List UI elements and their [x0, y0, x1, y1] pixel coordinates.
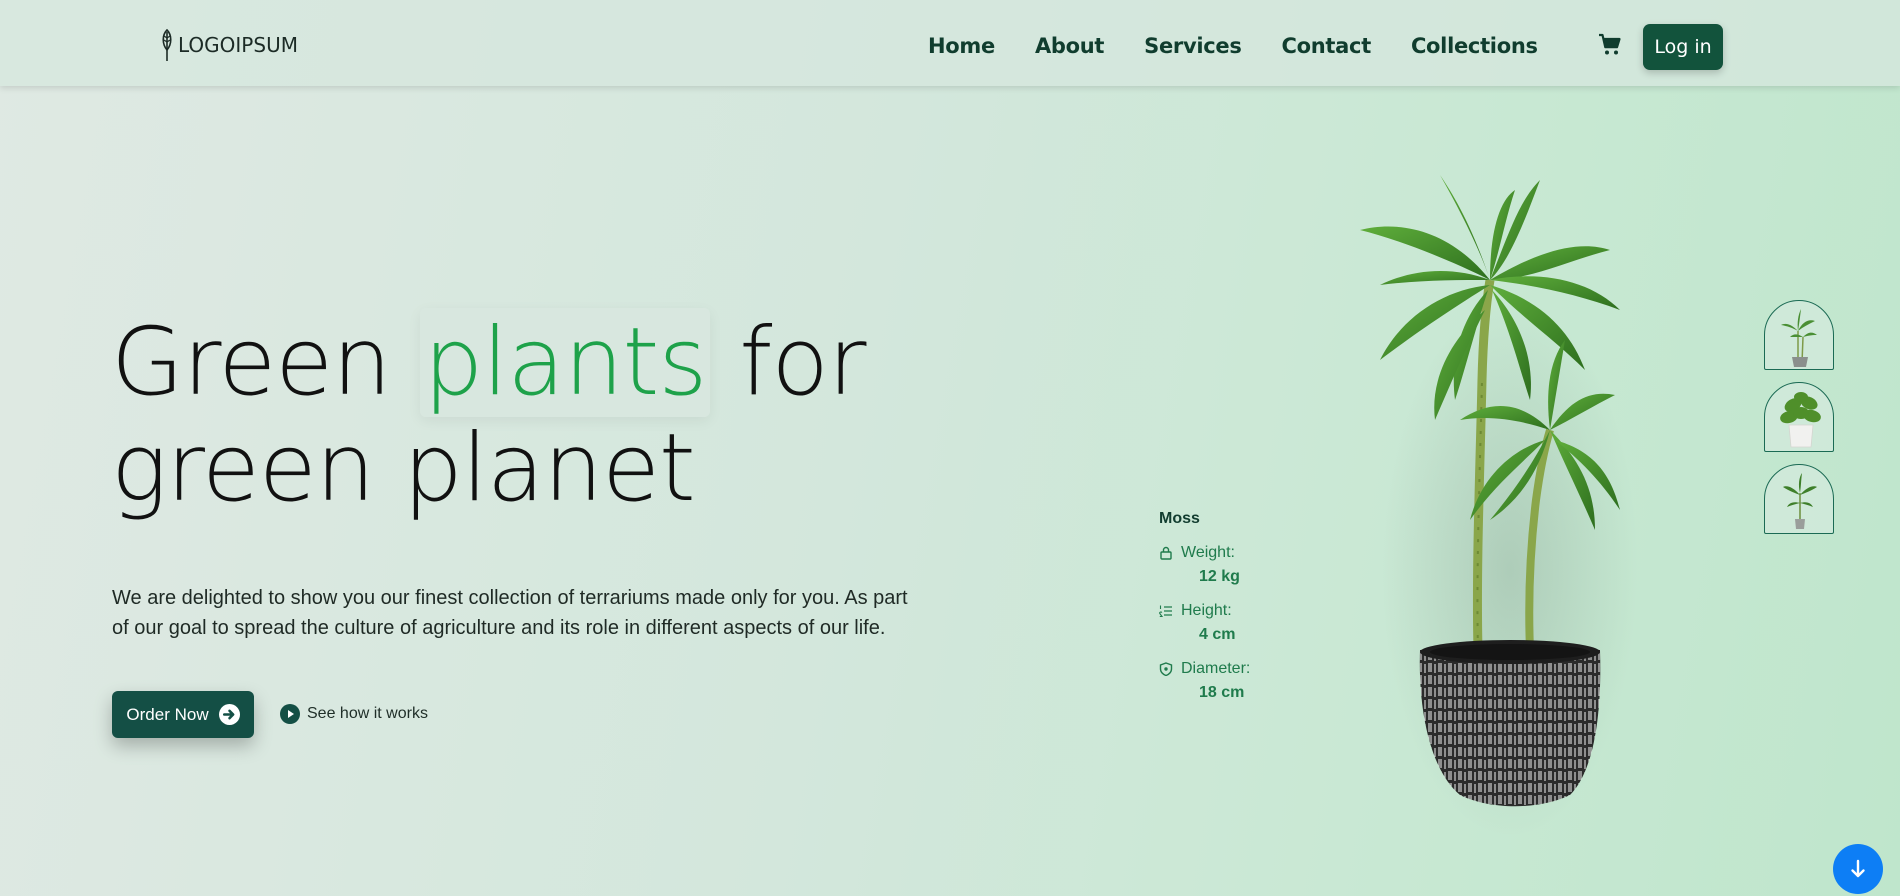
- list-ordered-icon: [1159, 605, 1172, 618]
- order-now-button[interactable]: Order Now: [112, 691, 254, 738]
- leaf-logo-icon: [162, 28, 172, 61]
- arrow-down-icon: [1851, 859, 1865, 878]
- diameter-value: 18 cm: [1199, 684, 1245, 701]
- nav-collections[interactable]: Collections: [1411, 34, 1538, 58]
- hero-title-line-2: green planet: [111, 414, 696, 523]
- hero-description: We are delighted to show you our finest …: [112, 587, 908, 639]
- hero-title-highlight: plants: [419, 308, 711, 417]
- thumbnail-plant-2[interactable]: [1764, 382, 1834, 452]
- thumbnail-plant-3[interactable]: [1764, 464, 1834, 534]
- scroll-down-button[interactable]: [1833, 844, 1883, 894]
- hero-title-word-for: for: [739, 308, 866, 417]
- logo[interactable]: LOGOIPSUM: [160, 28, 298, 62]
- hero-title: Green plants for green planet: [111, 308, 867, 523]
- weight-label: Weight:: [1181, 544, 1235, 561]
- plant-image: [1360, 175, 1620, 807]
- shield-icon: [1159, 662, 1173, 676]
- play-circle-icon: [280, 704, 300, 724]
- height-value: 4 cm: [1199, 626, 1236, 643]
- cart-icon[interactable]: [1597, 33, 1623, 62]
- plant-name: Moss: [1159, 510, 1200, 527]
- arrow-right-circle-icon: [218, 704, 240, 725]
- spec-height: Height: 4 cm: [1159, 602, 1250, 644]
- diameter-label: Diameter:: [1181, 660, 1251, 677]
- lock-icon: [1160, 546, 1172, 560]
- see-how-label: See how it works: [307, 705, 428, 722]
- nav-home[interactable]: Home: [928, 34, 995, 58]
- logo-text: LOGOIPSUM: [178, 33, 298, 57]
- spec-diameter: Diameter: 18 cm: [1159, 660, 1250, 702]
- plant-specs: Moss Weight: 12 kg Height: 4 cm Diameter…: [1159, 510, 1250, 718]
- height-label: Height:: [1181, 602, 1232, 619]
- weight-value: 12 kg: [1199, 568, 1240, 585]
- hero-title-word-green: Green: [111, 308, 392, 417]
- login-button[interactable]: Log in: [1643, 24, 1723, 70]
- thumbnail-plant-1[interactable]: [1764, 300, 1834, 370]
- hero-title-line-1: Green plants for: [111, 308, 867, 417]
- main-nav: Home About Services Contact Collections: [928, 34, 1538, 58]
- nav-contact[interactable]: Contact: [1282, 34, 1372, 58]
- site-header: LOGOIPSUM Home About Services Contact Co…: [0, 0, 1900, 86]
- see-how-link[interactable]: See how it works: [280, 704, 428, 724]
- spec-weight: Weight: 12 kg: [1159, 544, 1250, 586]
- order-now-label: Order Now: [126, 704, 209, 724]
- nav-about[interactable]: About: [1035, 34, 1105, 58]
- nav-services[interactable]: Services: [1144, 34, 1242, 58]
